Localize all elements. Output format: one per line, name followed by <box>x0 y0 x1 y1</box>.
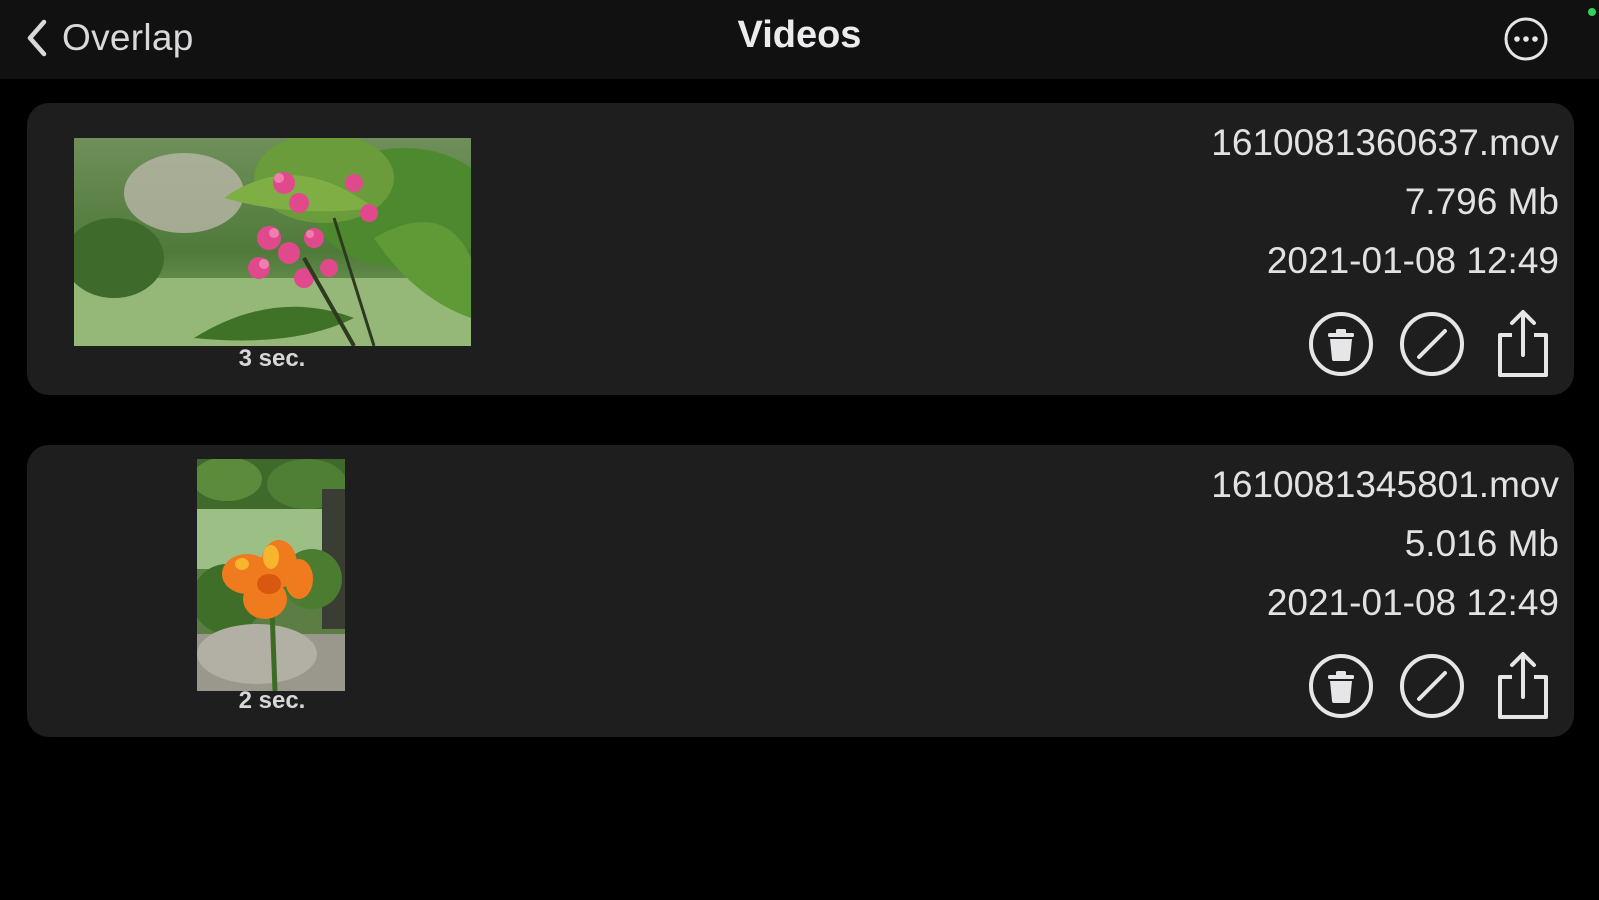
page-title: Videos <box>737 14 862 56</box>
navigation-bar: Overlap Videos <box>0 0 1599 79</box>
video-duration: 3 sec. <box>238 345 306 372</box>
edit-slash-circle-icon <box>1400 312 1464 376</box>
video-metadata: 1610081360637.mov 7.796 Mb 2021-01-08 12… <box>1211 113 1559 290</box>
video-metadata: 1610081345801.mov 5.016 Mb 2021-01-08 12… <box>1211 455 1559 632</box>
pink-flower-thumbnail <box>74 138 471 346</box>
orange-flower-thumbnail <box>197 459 345 691</box>
trash-circle-icon <box>1309 654 1373 718</box>
video-thumbnail-pink-flower[interactable] <box>74 138 471 346</box>
video-date: 2021-01-08 12:49 <box>1266 582 1559 623</box>
status-indicator-dot <box>1588 8 1596 16</box>
share-icon <box>1498 652 1548 719</box>
video-date: 2021-01-08 12:49 <box>1266 240 1559 281</box>
video-card[interactable]: 3 sec. 1610081360637.mov 7.796 Mb 2021-0… <box>27 103 1574 395</box>
share-button[interactable] <box>1488 309 1558 379</box>
delete-button[interactable] <box>1306 651 1376 721</box>
video-file-size: 5.016 Mb <box>1404 523 1559 564</box>
edit-button[interactable] <box>1397 309 1467 379</box>
delete-button[interactable] <box>1306 309 1376 379</box>
ellipsis-circle-icon <box>1504 17 1548 61</box>
trash-circle-icon <box>1309 312 1373 376</box>
more-options-button[interactable] <box>1503 16 1549 62</box>
video-file-size: 7.796 Mb <box>1404 181 1559 222</box>
video-actions <box>1285 651 1558 721</box>
video-filename: 1610081345801.mov <box>1211 464 1559 505</box>
video-card[interactable]: 2 sec. 1610081345801.mov 5.016 Mb 2021-0… <box>27 445 1574 737</box>
share-button[interactable] <box>1488 651 1558 721</box>
video-actions <box>1285 309 1558 379</box>
share-icon <box>1498 310 1548 377</box>
edit-button[interactable] <box>1397 651 1467 721</box>
video-thumbnail-orange-flower[interactable] <box>197 459 345 691</box>
video-duration: 2 sec. <box>238 687 306 714</box>
video-filename: 1610081360637.mov <box>1211 122 1559 163</box>
edit-slash-circle-icon <box>1400 654 1464 718</box>
